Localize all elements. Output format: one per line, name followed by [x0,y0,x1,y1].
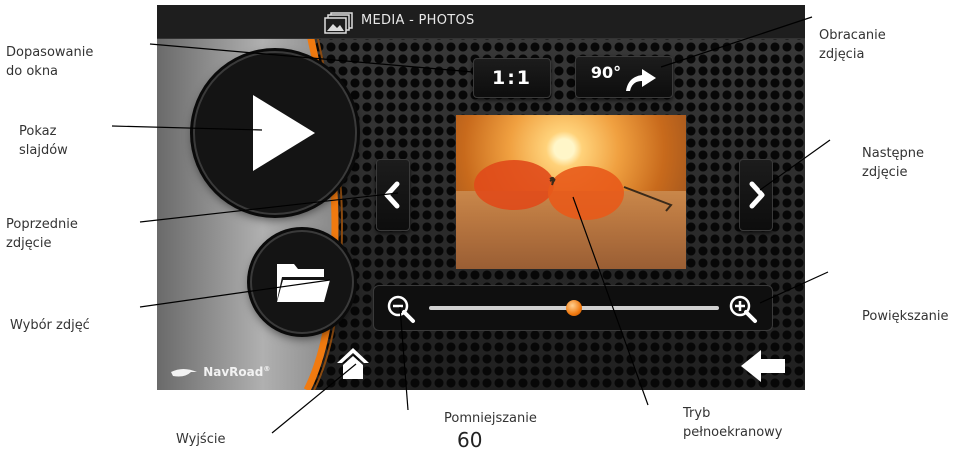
callout-slideshow: Pokaz slajdów [19,124,68,158]
callout-lines [111,16,831,434]
page-number: 60 [457,428,483,452]
callout-fit-window: Dopasowanie do okna [6,45,94,79]
callout-zoom-out: Pomniejszanie [444,411,537,426]
callout-exit: Wyjście [176,432,226,447]
callout-zoom-in: Powiększanie [862,309,949,324]
callout-next-photo: Następne zdjęcie [862,146,925,180]
callout-previous-photo: Poprzednie zdjęcie [6,217,78,251]
callout-rotate-photo: Obracanie zdjęcia [819,28,886,62]
callout-select-photos: Wybór zdjęć [10,318,90,333]
callout-fullscreen: Tryb pełnoekranowy [683,406,783,440]
